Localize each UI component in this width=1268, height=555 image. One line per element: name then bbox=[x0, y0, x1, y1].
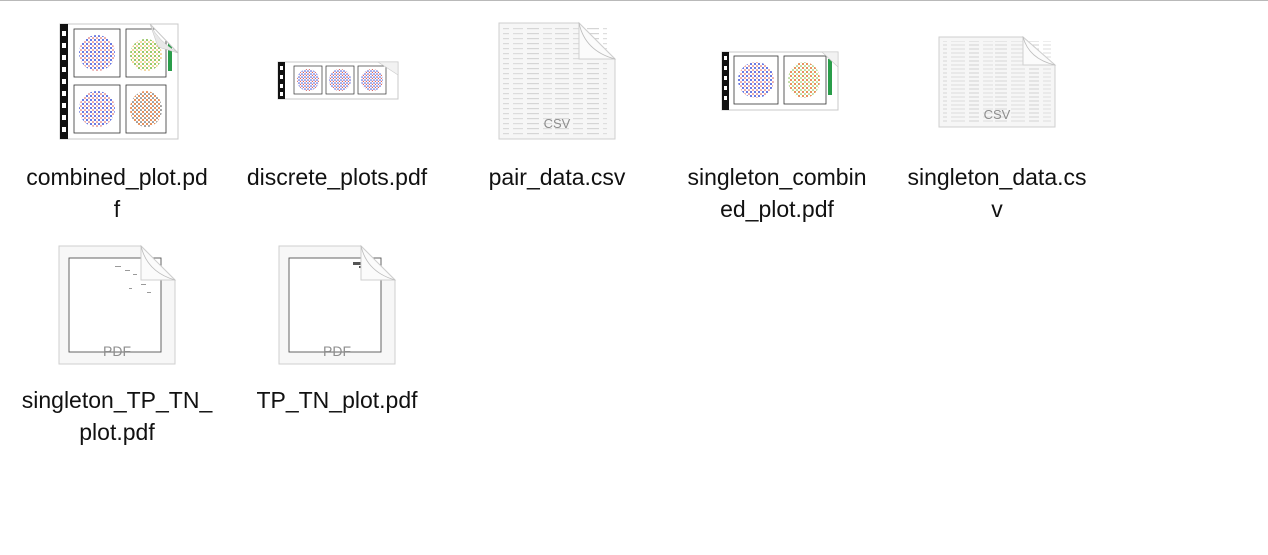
file-name-label: singleton_data.cs v bbox=[907, 164, 1087, 222]
finder-icon-view: combined_plot.pd f discrete_plots.pdf CS… bbox=[0, 0, 1268, 555]
file-name-label: TP_TN_plot.pdf bbox=[256, 387, 418, 413]
file-item-singleton-tp-tn-plot[interactable]: PDF singleton_TP_TN_ plot.pdf bbox=[12, 244, 222, 454]
pdf-thumbnail-icon bbox=[274, 61, 400, 101]
file-item-singleton-combined-plot[interactable]: singleton_combin ed_plot.pdf bbox=[672, 21, 882, 222]
file-item-discrete-plots[interactable]: discrete_plots.pdf bbox=[232, 21, 442, 221]
file-name-label: singleton_combin ed_plot.pdf bbox=[687, 164, 867, 222]
file-item-tp-tn-plot[interactable]: PDF TP_TN_plot.pdf bbox=[232, 244, 442, 454]
file-type-badge: CSV bbox=[544, 116, 571, 131]
csv-document-icon: CSV bbox=[935, 35, 1059, 131]
file-item-pair-data[interactable]: CSV pair_data.csv bbox=[452, 21, 662, 221]
pdf-thumbnail-icon bbox=[54, 23, 180, 141]
pdf-thumbnail-icon bbox=[714, 51, 840, 113]
file-item-combined-plot[interactable]: combined_plot.pd f bbox=[12, 21, 222, 222]
file-type-badge: CSV bbox=[984, 107, 1011, 122]
pdf-document-icon: PDF bbox=[55, 244, 179, 368]
file-name-label: pair_data.csv bbox=[488, 164, 626, 190]
file-type-badge: PDF bbox=[103, 343, 131, 359]
csv-document-icon: CSV bbox=[495, 21, 619, 143]
file-type-badge: PDF bbox=[323, 343, 351, 359]
file-item-singleton-data[interactable]: CSV singleton_data.cs v bbox=[892, 21, 1102, 222]
file-name-label: combined_plot.pd f bbox=[26, 164, 208, 222]
pdf-document-icon: PDF bbox=[275, 244, 399, 368]
file-name-label: singleton_TP_TN_ plot.pdf bbox=[21, 387, 213, 445]
file-name-label: discrete_plots.pdf bbox=[246, 164, 428, 190]
